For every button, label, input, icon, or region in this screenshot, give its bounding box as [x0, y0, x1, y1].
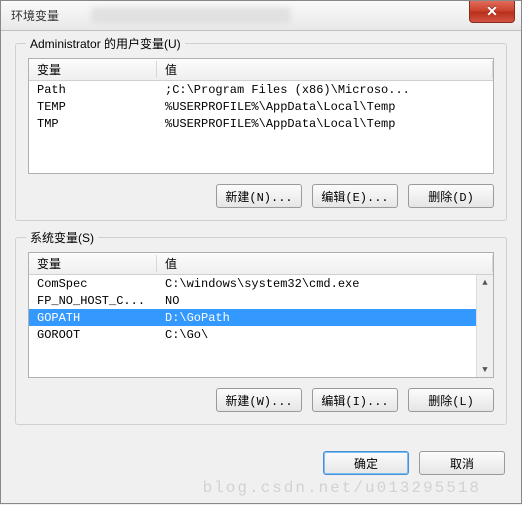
cell-variable: TEMP	[29, 100, 157, 114]
header-value[interactable]: 值	[157, 255, 493, 272]
user-delete-button[interactable]: 删除(D)	[408, 184, 494, 208]
system-variables-group: 系统变量(S) 变量 值 ComSpecC:\windows\system32\…	[15, 237, 507, 425]
watermark: blog.csdn.net/u013295518	[203, 479, 481, 497]
cell-value: ;C:\Program Files (x86)\Microso...	[157, 83, 493, 97]
list-item[interactable]: GOROOTC:\Go\	[29, 326, 476, 343]
user-variables-list[interactable]: 变量 值 Path;C:\Program Files (x86)\Microso…	[28, 58, 494, 174]
cell-variable: GOROOT	[29, 328, 157, 342]
cell-variable: ComSpec	[29, 277, 157, 291]
system-delete-button[interactable]: 删除(L)	[408, 388, 494, 412]
cell-value: C:\Go\	[157, 328, 476, 342]
cancel-button[interactable]: 取消	[419, 451, 505, 475]
header-value[interactable]: 值	[157, 61, 493, 78]
user-variables-group: Administrator 的用户变量(U) 变量 值 Path;C:\Prog…	[15, 43, 507, 221]
close-button[interactable]: ✕	[469, 1, 515, 23]
system-group-legend: 系统变量(S)	[26, 229, 98, 246]
scrollbar[interactable]: ▲ ▼	[476, 275, 493, 377]
header-variable[interactable]: 变量	[29, 255, 157, 272]
list-item[interactable]: GOPATHD:\GoPath	[29, 309, 476, 326]
scroll-up-icon[interactable]: ▲	[478, 275, 493, 290]
header-variable[interactable]: 变量	[29, 61, 157, 78]
user-button-row: 新建(N)... 编辑(E)... 删除(D)	[28, 184, 494, 208]
list-header: 变量 值	[29, 59, 493, 81]
ok-button[interactable]: 确定	[323, 451, 409, 475]
list-item[interactable]: TMP%USERPROFILE%\AppData\Local\Temp	[29, 115, 493, 132]
cell-value: D:\GoPath	[157, 311, 476, 325]
cell-variable: TMP	[29, 117, 157, 131]
dialog-content: Administrator 的用户变量(U) 变量 值 Path;C:\Prog…	[1, 31, 521, 451]
list-item[interactable]: ComSpecC:\windows\system32\cmd.exe	[29, 275, 476, 292]
titlebar: 环境变量 ✕	[1, 1, 521, 31]
system-new-button[interactable]: 新建(W)...	[216, 388, 302, 412]
cell-variable: FP_NO_HOST_C...	[29, 294, 157, 308]
user-group-legend: Administrator 的用户变量(U)	[26, 35, 185, 52]
cell-variable: GOPATH	[29, 311, 157, 325]
list-item[interactable]: FP_NO_HOST_C...NO	[29, 292, 476, 309]
user-new-button[interactable]: 新建(N)...	[216, 184, 302, 208]
cell-value: NO	[157, 294, 476, 308]
list-header: 变量 值	[29, 253, 493, 275]
system-variables-list[interactable]: 变量 值 ComSpecC:\windows\system32\cmd.exeF…	[28, 252, 494, 378]
cell-variable: Path	[29, 83, 157, 97]
scroll-down-icon[interactable]: ▼	[478, 362, 493, 377]
list-item[interactable]: TEMP%USERPROFILE%\AppData\Local\Temp	[29, 98, 493, 115]
close-icon: ✕	[486, 3, 498, 20]
window-title: 环境变量	[11, 7, 59, 24]
blurred-background	[91, 7, 291, 23]
user-edit-button[interactable]: 编辑(E)...	[312, 184, 398, 208]
system-button-row: 新建(W)... 编辑(I)... 删除(L)	[28, 388, 494, 412]
cell-value: C:\windows\system32\cmd.exe	[157, 277, 476, 291]
system-edit-button[interactable]: 编辑(I)...	[312, 388, 398, 412]
list-item[interactable]: Path;C:\Program Files (x86)\Microso...	[29, 81, 493, 98]
cell-value: %USERPROFILE%\AppData\Local\Temp	[157, 117, 493, 131]
cell-value: %USERPROFILE%\AppData\Local\Temp	[157, 100, 493, 114]
